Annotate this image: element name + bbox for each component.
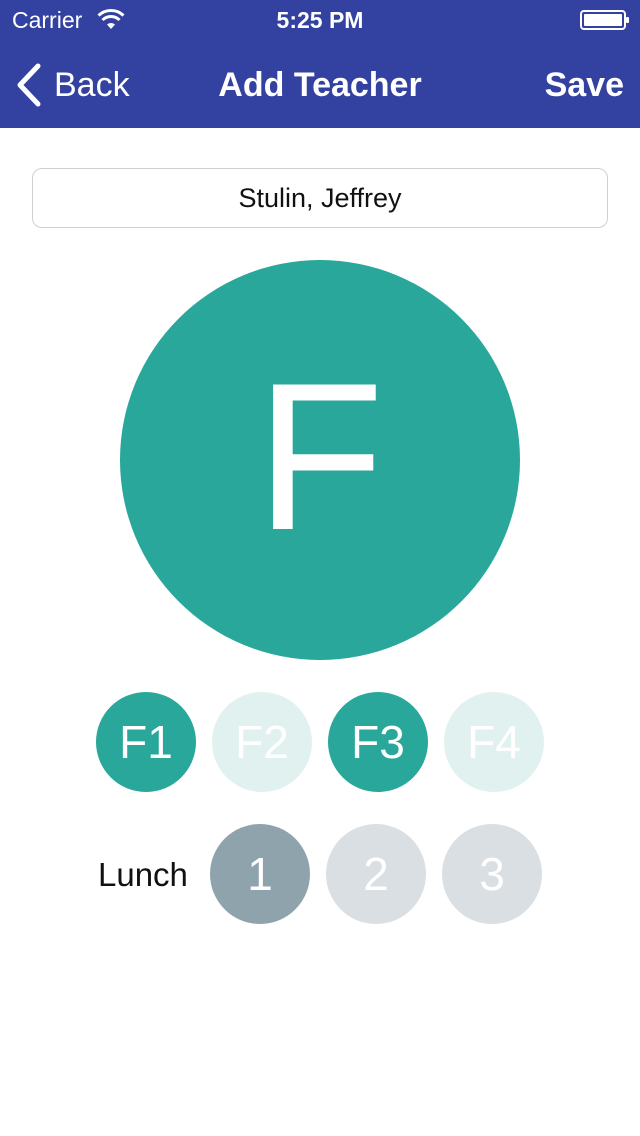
teacher-name-field[interactable]: Stulin, Jeffrey xyxy=(32,168,608,228)
floor-avatar: F xyxy=(120,260,520,660)
header: Carrier 5:25 PM Back Add Teacher Save xyxy=(0,0,640,128)
lunch-button-2[interactable]: 2 xyxy=(326,824,426,924)
floor-selector: F1 F2 F3 F4 xyxy=(96,692,544,792)
lunch-selector: Lunch 1 2 3 xyxy=(98,824,542,924)
save-button[interactable]: Save xyxy=(545,66,624,105)
floor-button-f4[interactable]: F4 xyxy=(444,692,544,792)
floor-button-f2[interactable]: F2 xyxy=(212,692,312,792)
lunch-button-3[interactable]: 3 xyxy=(442,824,542,924)
lunch-label: Lunch xyxy=(98,856,188,893)
floor-button-f1[interactable]: F1 xyxy=(96,692,196,792)
status-bar: Carrier 5:25 PM xyxy=(0,0,640,40)
lunch-button-1[interactable]: 1 xyxy=(210,824,310,924)
nav-bar: Back Add Teacher Save xyxy=(0,40,640,128)
avatar-letter: F xyxy=(255,339,385,574)
battery-icon xyxy=(580,10,629,30)
status-time: 5:25 PM xyxy=(276,7,364,33)
floor-button-f3[interactable]: F3 xyxy=(328,692,428,792)
